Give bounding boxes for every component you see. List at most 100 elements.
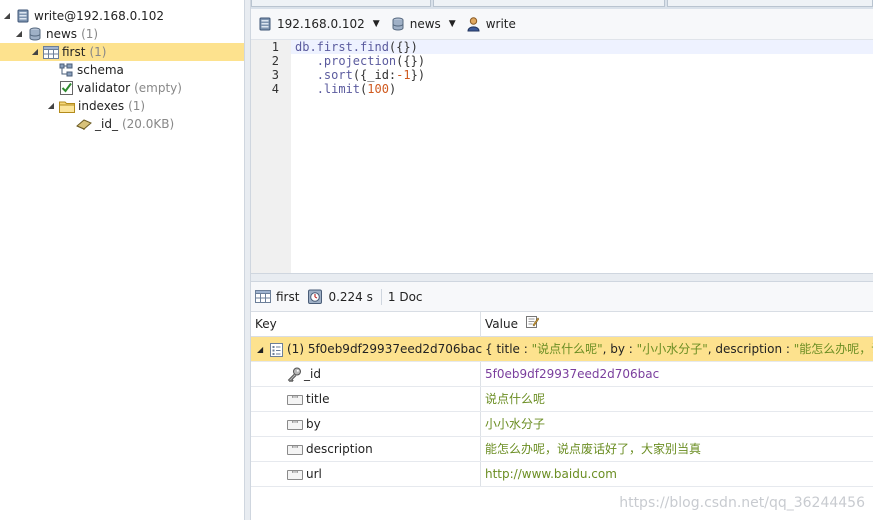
table-row-document[interactable]: ◢ (1) 5f0eb9df29937eed2d706bac { title :… — [251, 337, 873, 362]
chevron-down-icon: ▼ — [372, 19, 380, 29]
database-label: news — [409, 17, 441, 31]
tab-stub-1[interactable] — [251, 0, 431, 7]
collapse-toggle-icon[interactable]: ◢ — [46, 97, 56, 115]
tab-strip — [251, 0, 873, 9]
result-collection: first — [255, 289, 299, 305]
code-line-2: .projection({}) — [316, 54, 426, 68]
tree-node-database[interactable]: ◢ news (1) — [14, 25, 98, 43]
table-row[interactable]: "" title 说点什么呢 — [251, 387, 873, 412]
schema-icon — [58, 62, 74, 78]
line-number: 2 — [271, 54, 279, 68]
server-icon — [257, 16, 273, 32]
line-number-gutter: 1 2 3 4 — [251, 40, 291, 273]
doc-value-prefix: { title : — [485, 342, 532, 356]
chevron-down-icon: ▼ — [448, 19, 456, 29]
tree-node-validator[interactable]: validator (empty) — [58, 79, 182, 97]
field-value: 小小水分子 — [485, 417, 546, 431]
document-key-cell: ◢ (1) 5f0eb9df29937eed2d706bac — [257, 337, 482, 362]
results-toolbar: first 0.224 s 1 Doc — [251, 282, 873, 312]
result-docs: 1 Doc — [388, 290, 423, 304]
result-time-label: 0.224 s — [328, 289, 373, 304]
tab-stub-2[interactable] — [433, 0, 665, 7]
validator-label: validator — [77, 81, 131, 95]
database-label: news — [46, 27, 78, 41]
key-icon — [287, 367, 302, 382]
database-icon — [27, 26, 43, 42]
tree-node-index-id[interactable]: _id_ (20.0KB) — [76, 115, 174, 133]
horizontal-splitter[interactable] — [251, 273, 873, 282]
document-value-cell: { title : "说点什么呢", by : "小小水分子", descrip… — [485, 337, 873, 362]
field-value: 说点什么呢 — [485, 392, 546, 406]
string-type-icon: "" — [287, 394, 303, 405]
indexes-count: (1) — [128, 99, 146, 113]
string-type-icon: "" — [287, 444, 303, 455]
tree-node-connection[interactable]: ◢ write@192.168.0.102 — [2, 7, 164, 25]
query-editor[interactable]: 1 2 3 4 db.first.find({}) .projection({}… — [251, 40, 873, 273]
collection-label: first — [62, 45, 86, 59]
collection-count: (1) — [89, 45, 107, 59]
field-value: http://www.baidu.com — [485, 467, 617, 481]
tab-stub-3[interactable] — [667, 0, 873, 7]
field-key-label: title — [306, 392, 330, 406]
validator-check-icon — [58, 80, 74, 96]
tree-node-schema[interactable]: schema — [58, 61, 124, 79]
indexes-label: indexes — [78, 99, 125, 113]
key-column-header[interactable]: Key — [251, 312, 481, 337]
field-key-label: url — [306, 467, 322, 481]
field-key-cell: "" description — [287, 437, 373, 462]
table-row[interactable]: _id 5f0eb9df29937eed2d706bac — [251, 362, 873, 387]
index-id-label: _id_ — [95, 117, 118, 131]
stopwatch-icon — [307, 289, 323, 305]
result-docs-label: 1 Doc — [387, 289, 423, 304]
server-label: 192.168.0.102 — [277, 17, 365, 31]
server-icon — [15, 8, 31, 24]
field-key-cell: "" by — [287, 412, 321, 437]
collapse-toggle-icon[interactable]: ◢ — [257, 337, 267, 362]
database-selector[interactable]: news ▼ — [390, 16, 456, 32]
collapse-toggle-icon[interactable]: ◢ — [30, 43, 40, 61]
field-key-label: description — [306, 442, 373, 456]
table-row[interactable]: "" url http://www.baidu.com — [251, 462, 873, 487]
folder-icon — [59, 98, 75, 114]
field-value: 能怎么办呢，说点废话好了，大家别当真 — [485, 442, 702, 456]
user-indicator[interactable]: write — [466, 16, 516, 32]
index-key-icon — [76, 116, 92, 132]
server-selector[interactable]: 192.168.0.102 ▼ — [257, 16, 380, 32]
line-number: 1 — [271, 40, 279, 54]
collapse-toggle-icon[interactable]: ◢ — [2, 7, 12, 25]
toolbar-divider — [380, 288, 382, 305]
field-key-cell: _id — [287, 362, 321, 387]
database-count: (1) — [81, 27, 99, 41]
collection-table-icon — [43, 44, 59, 60]
value-column-header[interactable]: Value — [481, 312, 873, 337]
line-number: 4 — [271, 82, 279, 96]
field-key-label: by — [306, 417, 321, 431]
field-key-cell: "" title — [287, 387, 329, 412]
result-collection-label: first — [276, 289, 300, 304]
doc-value-by-label: , by : — [602, 342, 637, 356]
tree-node-collection[interactable]: ◢ first (1) — [30, 43, 107, 61]
database-icon — [390, 16, 406, 32]
string-type-icon: "" — [287, 419, 303, 430]
doc-value-by: "小小水分子" — [636, 342, 708, 356]
field-value: 5f0eb9df29937eed2d706bac — [485, 367, 660, 381]
field-key-cell: "" url — [287, 462, 322, 487]
user-label: write — [485, 17, 516, 31]
query-toolbar: 192.168.0.102 ▼ news ▼ write — [251, 9, 873, 40]
table-row[interactable]: "" description 能怎么办呢，说点废话好了，大家别当真 — [251, 437, 873, 462]
doc-value-title: "说点什么呢" — [531, 342, 603, 356]
table-row[interactable]: "" by 小小水分子 — [251, 412, 873, 437]
doc-value-desc: "能怎么办呢，说点 — [793, 342, 873, 356]
collapse-toggle-icon[interactable]: ◢ — [14, 25, 24, 43]
key-header-label: Key — [255, 317, 277, 331]
doc-value-desc-label: , description : — [707, 342, 794, 356]
schema-label: schema — [77, 63, 124, 77]
edit-note-icon[interactable] — [525, 312, 539, 337]
connection-label: write@192.168.0.102 — [34, 9, 164, 23]
watermark: https://blog.csdn.net/qq_36244456 — [619, 495, 865, 511]
validator-extra: (empty) — [134, 81, 182, 95]
document-icon — [270, 342, 283, 357]
code-line-4: .limit(100) — [316, 82, 397, 96]
tree-node-indexes[interactable]: ◢ indexes (1) — [46, 97, 145, 115]
connection-tree: ◢ write@192.168.0.102 ◢ news (1) ◢ first… — [0, 0, 245, 520]
